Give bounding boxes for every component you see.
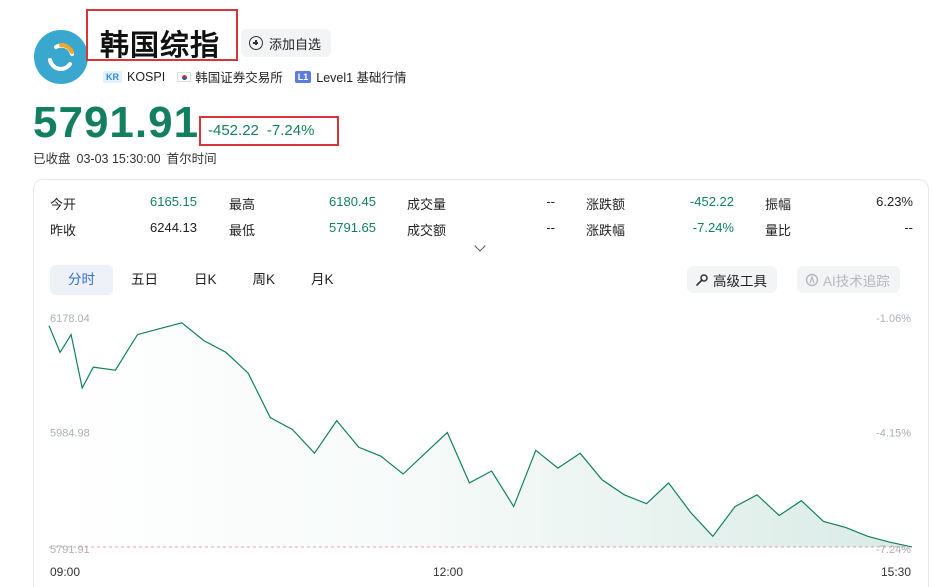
price-series (48, 322, 913, 548)
x-tick-label: 12:00 (433, 565, 463, 579)
x-tick-label: 09:00 (50, 565, 80, 579)
y-tick-label-right: -4.15% (876, 428, 911, 440)
intraday-chart: 6178.04 5984.98 5791.91 -1.06% -4.15% -7.24% 0… (48, 313, 913, 579)
y-tick-label-left: 6178.04 (50, 313, 90, 325)
y-tick-label-left: 5984.98 (50, 428, 90, 440)
y-tick-label-left: 5791.91 (50, 544, 90, 556)
x-tick-label: 15:30 (881, 565, 911, 579)
y-tick-label-right: -1.06% (876, 313, 911, 325)
y-tick-label-right: -7.24% (876, 544, 911, 556)
